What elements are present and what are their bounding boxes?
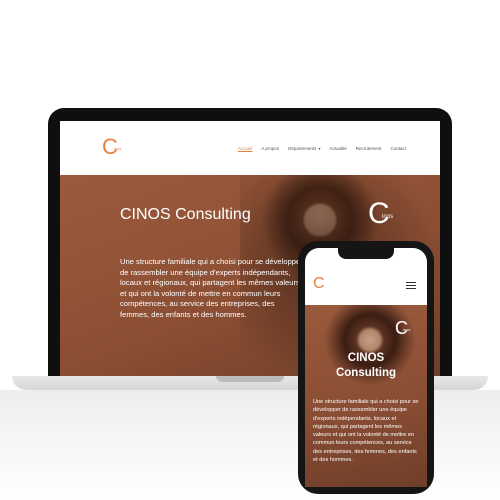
mobile-logo[interactable]: C	[313, 274, 337, 296]
mobile-hero-logo: C inos	[395, 319, 419, 339]
site-header: C inos Accueil A propos Départements ▾ Ac…	[60, 121, 440, 175]
nav-item-recrutement[interactable]: Recrutement	[356, 146, 382, 151]
hero-description: Une structure familiale qui a choisi pou…	[120, 257, 303, 319]
mobile-hero-title: CINOS Consulting	[305, 351, 427, 381]
site-logo[interactable]: C inos	[100, 135, 130, 161]
mobile-hero-description: Une structure familiale qui a choisi pou…	[313, 399, 419, 464]
nav-item-contact[interactable]: Contact	[390, 146, 406, 151]
nav-item-departements[interactable]: Départements ▾	[288, 146, 320, 151]
laptop-notch	[216, 376, 284, 382]
mobile-hero: C inos CINOS Consulting Une structure fa…	[305, 305, 427, 487]
hero-logo-suffix: inos	[382, 214, 394, 220]
mobile-header: C	[305, 265, 427, 305]
phone-notch	[338, 248, 394, 259]
nav-item-a-propos[interactable]: A propos	[261, 146, 279, 151]
nav-item-accueil[interactable]: Accueil	[238, 146, 253, 151]
chevron-down-icon: ▾	[318, 146, 321, 151]
mobile-logo-letter: C	[313, 275, 325, 292]
mobile-hero-title-line2: Consulting	[335, 367, 397, 379]
mobile-hero-logo-suffix: inos	[403, 327, 411, 332]
nav-item-actualite[interactable]: Actualité	[329, 146, 346, 151]
main-nav: Accueil A propos Départements ▾ Actualité…	[238, 146, 406, 151]
hero-title: CINOS Consulting	[120, 206, 251, 223]
mobile-hero-title-line1: CINOS	[347, 352, 385, 364]
hamburger-icon[interactable]	[406, 282, 416, 290]
logo-suffix: inos	[114, 146, 122, 151]
hero-logo: C inos	[368, 199, 408, 233]
nav-item-departements-label: Départements	[288, 146, 317, 151]
